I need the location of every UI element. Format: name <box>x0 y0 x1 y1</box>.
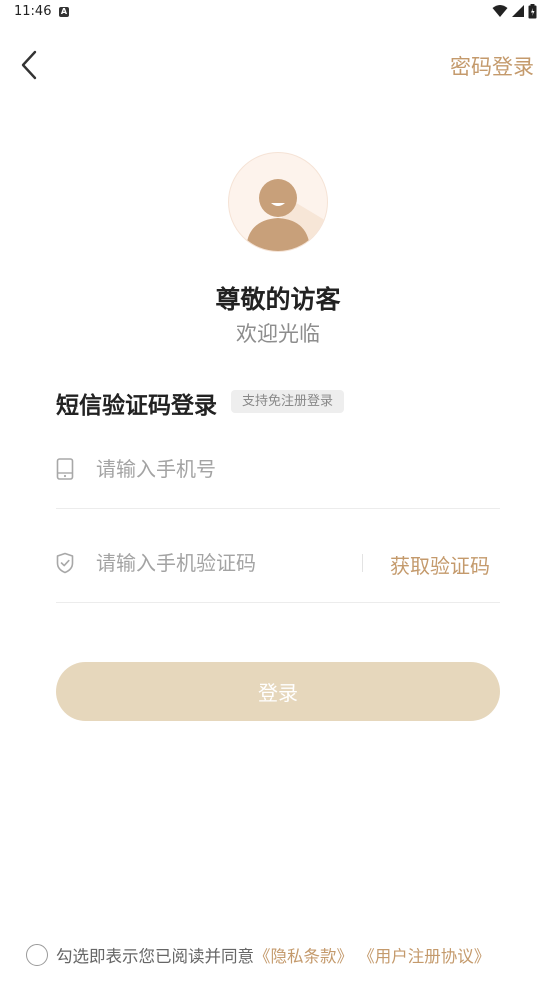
code-field-row: 获取验证码 <box>56 534 500 603</box>
greeting-subtitle: 欢迎光临 <box>236 322 320 346</box>
status-bar: 11:46 A <box>0 0 556 26</box>
agreement-text: 勾选即表示您已阅读并同意《隐私条款》 《用户注册协议》 <box>56 943 490 967</box>
phone-field-row <box>56 440 500 509</box>
login-button[interactable]: 登录 <box>56 662 500 721</box>
status-icons <box>492 4 544 20</box>
status-time: 11:46 <box>14 4 52 19</box>
shield-check-icon <box>56 552 74 574</box>
phone-icon <box>56 458 74 480</box>
get-code-button[interactable]: 获取验证码 <box>390 550 490 579</box>
sms-login-page: 11:46 A 密码登录 尊敬的访客 欢迎光临 短信验证码登录 支持免注册登录 … <box>0 0 556 990</box>
user-agreement-link[interactable]: 《用户注册协议》 <box>358 947 490 966</box>
agreement-prefix: 勾选即表示您已阅读并同意 <box>56 947 254 966</box>
password-login-link[interactable]: 密码登录 <box>450 51 534 81</box>
status-notification-icon: A <box>59 7 69 17</box>
battery-icon <box>528 4 537 19</box>
back-icon[interactable] <box>18 49 42 81</box>
code-divider <box>362 554 363 572</box>
default-user-avatar-icon <box>228 152 328 252</box>
phone-input[interactable] <box>96 454 486 484</box>
greeting-title: 尊敬的访客 <box>215 285 341 314</box>
signal-icon <box>512 5 524 17</box>
privacy-policy-link[interactable]: 《隐私条款》 <box>254 947 353 966</box>
agreement-checkbox[interactable] <box>26 944 48 966</box>
verification-code-input[interactable] <box>96 548 356 578</box>
register-free-badge: 支持免注册登录 <box>231 390 345 413</box>
wifi-icon <box>492 5 508 17</box>
sms-login-title: 短信验证码登录 <box>56 393 217 419</box>
